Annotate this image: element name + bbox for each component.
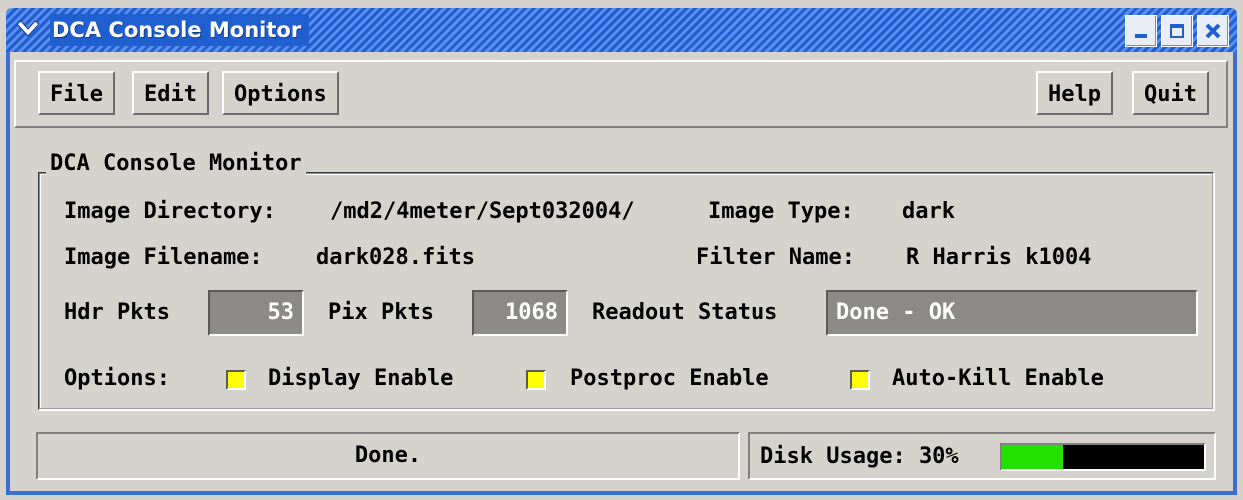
- readout-status-field: Done - OK: [826, 290, 1198, 336]
- close-icon[interactable]: [1197, 15, 1229, 47]
- menubar: File Edit Options Help Quit: [14, 60, 1228, 128]
- title-bar[interactable]: DCA Console Monitor: [6, 8, 1237, 52]
- file-menu-button[interactable]: File: [38, 71, 115, 115]
- quit-button[interactable]: Quit: [1132, 71, 1209, 115]
- pix-pkts-label: Pix Pkts: [328, 300, 434, 325]
- hdr-pkts-field: 53: [208, 290, 304, 336]
- image-filename-value: dark028.fits: [316, 245, 475, 270]
- pix-pkts-field: 1068: [472, 290, 568, 336]
- edit-menu-button[interactable]: Edit: [132, 71, 209, 115]
- maximize-icon[interactable]: [1161, 15, 1193, 47]
- image-filename-label: Image Filename:: [64, 245, 263, 270]
- filter-name-value: R Harris k1004: [906, 245, 1092, 270]
- status-message: Done.: [36, 432, 740, 480]
- auto-kill-enable-label[interactable]: Auto-Kill Enable: [892, 364, 1104, 394]
- readout-status-label: Readout Status: [592, 300, 778, 325]
- postproc-enable-checkbox[interactable]: [526, 370, 546, 390]
- hdr-pkts-label: Hdr Pkts: [64, 300, 170, 325]
- help-button[interactable]: Help: [1036, 71, 1113, 115]
- disk-usage-label: Disk Usage: 30%: [760, 444, 959, 469]
- disk-usage-panel: Disk Usage: 30%: [748, 432, 1216, 480]
- minimize-icon[interactable]: [1125, 15, 1157, 47]
- display-enable-label[interactable]: Display Enable: [268, 364, 453, 394]
- image-directory-value: /md2/4meter/Sept032004/: [330, 199, 635, 224]
- auto-kill-enable-checkbox[interactable]: [850, 370, 870, 390]
- disk-usage-bar: [1000, 443, 1206, 471]
- group-title: DCA Console Monitor: [46, 150, 306, 178]
- window-title: DCA Console Monitor: [50, 14, 310, 46]
- disk-usage-fill: [1002, 445, 1063, 469]
- image-directory-label: Image Directory:: [64, 199, 276, 224]
- postproc-enable-label[interactable]: Postproc Enable: [570, 364, 769, 394]
- display-enable-checkbox[interactable]: [226, 370, 246, 390]
- options-label: Options:: [64, 366, 170, 391]
- filter-name-label: Filter Name:: [696, 245, 855, 270]
- image-type-label: Image Type:: [708, 199, 854, 224]
- chevron-down-icon[interactable]: [14, 16, 42, 44]
- image-type-value: dark: [902, 199, 955, 224]
- options-menu-button[interactable]: Options: [222, 71, 339, 115]
